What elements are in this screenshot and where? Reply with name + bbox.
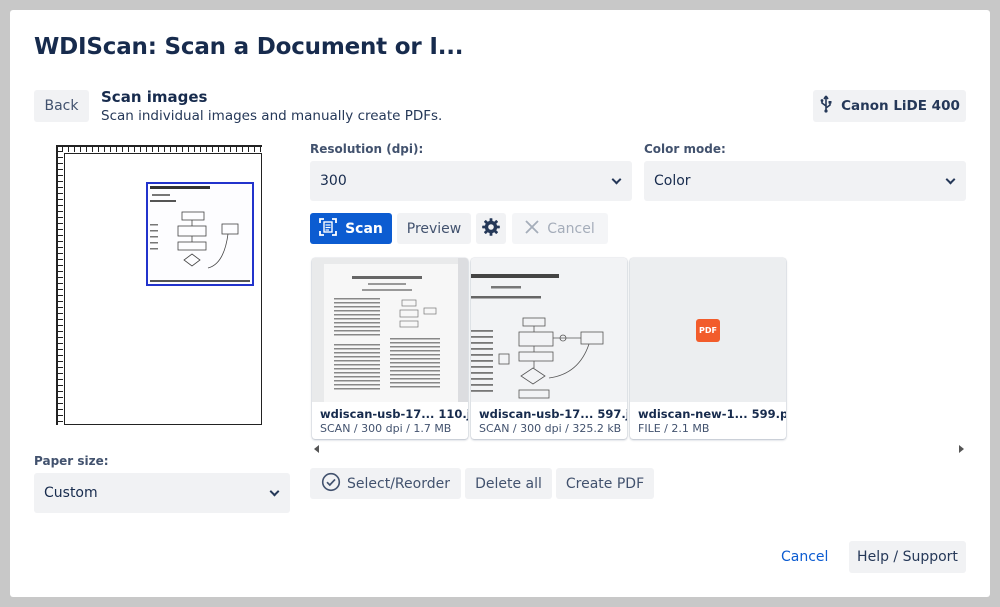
chevron-down-icon	[945, 174, 956, 184]
preview-button[interactable]: Preview	[397, 213, 471, 244]
thumbnail-info: SCAN / 300 dpi / 325.2 kB	[479, 422, 622, 435]
section-heading: Scan images	[101, 88, 208, 106]
thumbnail-image	[312, 258, 468, 402]
thumbnail-name: wdiscan-usb-17... 597.jpg	[479, 407, 627, 421]
scroll-left-icon[interactable]	[314, 445, 319, 453]
scan-selection[interactable]	[146, 182, 254, 286]
cancel-scan-button[interactable]: Cancel	[512, 213, 608, 244]
cancel-button[interactable]: Cancel	[781, 549, 828, 565]
paper-size-value: Custom	[44, 485, 98, 501]
cancel-scan-label: Cancel	[547, 220, 595, 237]
thumbnail-info: FILE / 2.1 MB	[638, 422, 710, 435]
scan-settings-button[interactable]	[476, 213, 506, 244]
usb-icon	[819, 95, 833, 117]
scan-area-preview[interactable]	[56, 145, 264, 427]
thumbnail-name: wdiscan-new-1... 599.pdf	[638, 407, 786, 421]
paper-size-label: Paper size:	[34, 454, 109, 468]
chevron-down-icon	[611, 174, 622, 184]
scan-icon	[319, 217, 337, 240]
scanner-device-button[interactable]: Canon LiDE 400	[813, 90, 966, 122]
scan-dialog: WDIScan: Scan a Document or I... Back Sc…	[10, 10, 990, 597]
help-support-button[interactable]: Help / Support	[849, 541, 966, 573]
scan-label: Scan	[345, 220, 383, 237]
create-pdf-button[interactable]: Create PDF	[556, 468, 654, 499]
paper-size-select[interactable]: Custom	[34, 473, 290, 513]
scroll-right-icon[interactable]	[959, 445, 964, 453]
resolution-label: Resolution (dpi):	[310, 142, 424, 156]
select-reorder-label: Select/Reorder	[347, 475, 450, 492]
thumbnail-info: SCAN / 300 dpi / 1.7 MB	[320, 422, 452, 435]
check-circle-icon	[321, 472, 341, 496]
ruler-top	[56, 145, 262, 155]
close-icon	[525, 219, 539, 238]
chevron-down-icon	[269, 486, 280, 496]
color-mode-value: Color	[654, 173, 691, 189]
thumbnail-name: wdiscan-usb-17... 110.jpg	[320, 407, 468, 421]
device-label: Canon LiDE 400	[841, 98, 960, 114]
section-subheading: Scan individual images and manually crea…	[101, 108, 443, 124]
color-mode-select[interactable]: Color	[644, 161, 966, 201]
resolution-select[interactable]: 300	[310, 161, 632, 201]
pdf-thumbnail[interactable]: PDF wdiscan-new-1... 599.pdf FILE / 2.1 …	[630, 258, 786, 439]
ruler-left	[56, 145, 66, 425]
resolution-value: 300	[320, 173, 347, 189]
select-reorder-button[interactable]: Select/Reorder	[310, 468, 461, 499]
thumbnail-image	[471, 258, 627, 402]
scan-button[interactable]: Scan	[310, 213, 392, 244]
image-thumbnail[interactable]: wdiscan-usb-17... 110.jpg SCAN / 300 dpi…	[312, 258, 468, 439]
thumbnail-scrollbar[interactable]	[312, 443, 964, 455]
image-thumbnail[interactable]: wdiscan-usb-17... 597.jpg SCAN / 300 dpi…	[471, 258, 627, 439]
gear-icon	[481, 217, 501, 241]
thumbnail-image: PDF	[630, 258, 786, 402]
delete-all-button[interactable]: Delete all	[465, 468, 552, 499]
color-mode-label: Color mode:	[644, 142, 726, 156]
pdf-icon: PDF	[696, 319, 720, 342]
dialog-title: WDIScan: Scan a Document or I...	[34, 34, 464, 60]
back-button[interactable]: Back	[34, 90, 89, 122]
